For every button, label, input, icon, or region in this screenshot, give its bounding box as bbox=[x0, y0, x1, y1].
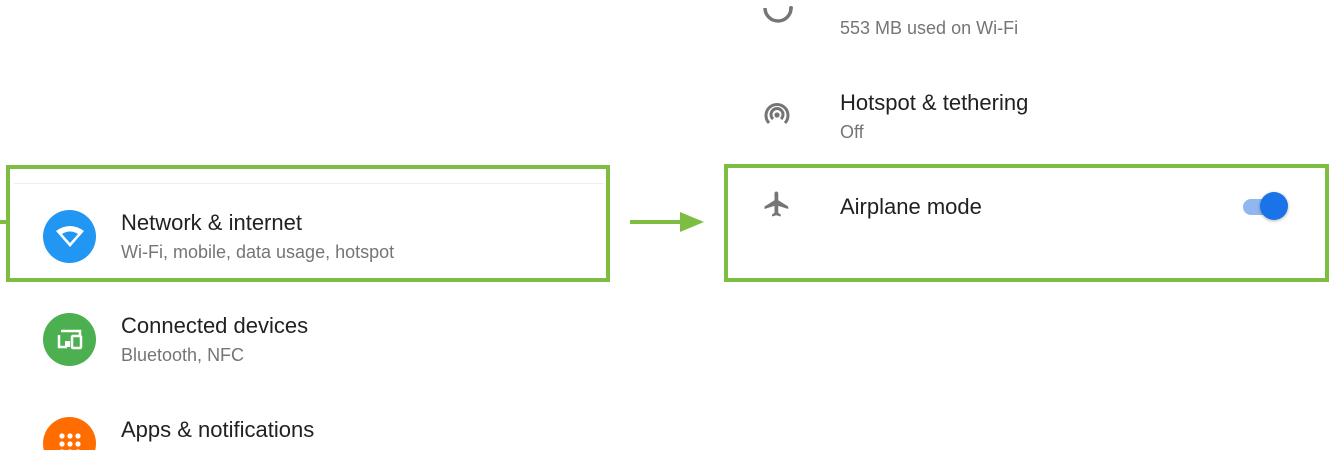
apps-icon bbox=[43, 417, 96, 450]
settings-item-airplane-mode[interactable]: Airplane mode bbox=[720, 175, 1335, 235]
divider bbox=[14, 183, 604, 184]
item-subtitle: Bluetooth, NFC bbox=[121, 345, 245, 365]
settings-item-connected-devices[interactable]: Connected devices Bluetooth, NFC bbox=[0, 303, 620, 378]
item-subtitle: Off bbox=[840, 122, 864, 142]
item-title: Apps & notifications bbox=[121, 417, 315, 442]
airplane-icon bbox=[764, 191, 789, 217]
settings-item-apps[interactable]: Apps & notifications bbox=[0, 407, 620, 450]
hotspot-icon bbox=[764, 103, 790, 125]
settings-item-hotspot[interactable]: Hotspot & tethering Off bbox=[720, 88, 1335, 148]
devices-icon bbox=[43, 313, 96, 366]
item-title: Airplane mode bbox=[840, 194, 982, 219]
settings-item-data-usage[interactable]: 553 MB used on Wi-Fi bbox=[720, 0, 1335, 50]
item-subtitle: Wi-Fi, mobile, data usage, hotspot bbox=[121, 242, 395, 262]
airplane-mode-toggle[interactable] bbox=[1243, 190, 1291, 220]
item-title: Network & internet bbox=[121, 210, 302, 235]
settings-item-network[interactable]: Network & internet Wi-Fi, mobile, data u… bbox=[0, 200, 620, 275]
item-title: Connected devices bbox=[121, 313, 309, 338]
item-subtitle: 553 MB used on Wi-Fi bbox=[840, 18, 1019, 38]
data-usage-icon bbox=[763, 6, 793, 23]
toggle-thumb bbox=[1260, 192, 1288, 220]
wifi-icon bbox=[43, 210, 96, 263]
settings-list: Network & internet Wi-Fi, mobile, data u… bbox=[0, 0, 620, 450]
item-title: Hotspot & tethering bbox=[840, 90, 1029, 115]
network-settings: 553 MB used on Wi-Fi Hotspot & tethering… bbox=[720, 0, 1335, 450]
